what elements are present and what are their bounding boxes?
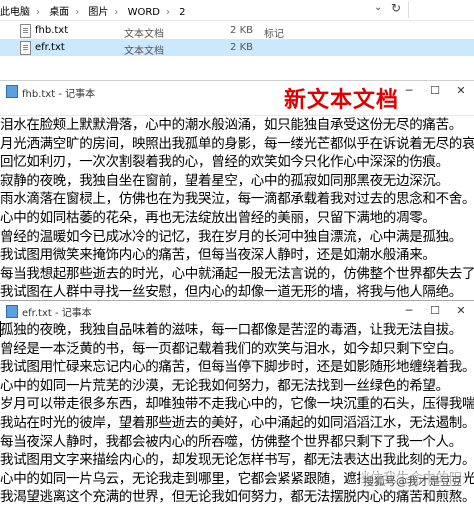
- file-explorer: 此电脑 › 桌面 › 图片 › WORD › 2 ⌄ ↻ fhb.txt 文本文档 2 …: [0, 0, 474, 80]
- text-line: 我试图用文字来描绘内心的，却发现无论怎样书写，都无法表达出我此刻的无力。: [0, 452, 474, 469]
- file-tag: 标记: [264, 29, 284, 40]
- text-line: 我试图用忙碌来忘记内心的痛苦，但每当停下脚步时，还是如影随形地缠绕着我。: [0, 359, 474, 376]
- breadcrumb-word[interactable]: WORD: [128, 7, 160, 18]
- file-row-fhb[interactable]: fhb.txt 文本文档 2 KB 标记: [0, 22, 474, 40]
- refresh-icon[interactable]: ↻: [391, 1, 401, 15]
- window-title: fhb.txt - 记事本: [22, 89, 96, 100]
- breadcrumb-pictures[interactable]: 图片: [88, 3, 108, 18]
- window-controls: ─ ☐ ✕: [396, 301, 474, 321]
- file-name: efr.txt: [35, 42, 65, 53]
- text-cursor: [0, 321, 1, 337]
- text-editor[interactable]: 泪水在脸颊上默默滑落，心中的潮水般汹涌，如只能独自承受这份无尽的痛苦。 月光洒满…: [0, 116, 474, 302]
- close-icon[interactable]: ✕: [448, 81, 474, 101]
- file-size: 2 KB: [230, 42, 253, 53]
- breadcrumb-2[interactable]: 2: [179, 7, 185, 18]
- file-size: 2 KB: [230, 25, 253, 36]
- notepad-icon: [6, 305, 18, 318]
- window-title: efr.txt - 记事本: [22, 308, 92, 319]
- text-line: 每当我想起那些逝去的时光，心中就涌起一股无法言说的，仿佛整个世界都失去了色彩。: [0, 265, 474, 282]
- breadcrumb-separator: ›: [75, 7, 80, 18]
- text-line: 我站在时光的彼岸，望着那些逝去的美好，心中涌起的如同滔滔江水，无法遏制。: [0, 414, 474, 431]
- text-line: 孤独的夜晚，我独自品味着的滋味，每一口都像是苦涩的毒酒，让我无法自拔。: [0, 322, 462, 338]
- window-controls: ─ ☐ ✕: [396, 81, 474, 101]
- text-line: 岁月可以带走很多东西，却唯独带不走我心中的，它像一块沉重的石头，压得我喘不过气来…: [0, 396, 474, 413]
- text-line: 曾经的温暖如今已成冰冷的记忆，我在岁月的长河中独自漂流，心中满是孤独。: [0, 228, 462, 245]
- file-list: fhb.txt 文本文档 2 KB 标记 efr.txt 文本文档 2 KB: [0, 22, 474, 57]
- text-line: 泪水在脸颊上默默滑落，心中的潮水般汹涌，如只能独自承受这份无尽的痛苦。: [0, 117, 462, 133]
- text-line: 雨水滴落在窗棂上，仿佛也在为我哭泣，每一滴都承载着我对过去的思念和不舍。: [0, 191, 474, 208]
- maximize-icon[interactable]: ☐: [422, 301, 448, 321]
- breadcrumb: 此电脑 › 桌面 › 图片 › WORD › 2: [0, 3, 192, 18]
- close-icon[interactable]: ✕: [448, 301, 474, 321]
- file-type: 文本文档: [124, 46, 164, 57]
- text-line: 每当夜深人静时，我都会被内心的所吞噬，仿佛整个世界都只剩下了我一个人。: [0, 433, 462, 450]
- overlay-caption: 新文本文档: [284, 88, 400, 113]
- text-line: 月光洒满空旷的房间，映照出我孤单的身影，每一缕光芒都似乎在诉说着无尽的哀伤。: [0, 135, 474, 152]
- menu-bar: [0, 101, 474, 116]
- title-bar[interactable]: efr.txt - 记事本 ─ ☐ ✕: [0, 301, 474, 319]
- watermark: 搜狐号@我才是豆豆: [360, 472, 465, 490]
- notepad-window-efr: efr.txt - 记事本 ─ ☐ ✕ 孤独的夜晚，我独自品味着的滋味，每一口都像是…: [0, 300, 474, 505]
- title-bar[interactable]: fhb.txt - 记事本 ─ ☐ ✕: [0, 81, 474, 101]
- text-line: 心中的如同枯萎的花朵，再也无法绽放出曾经的美丽，只留下满地的凋零。: [0, 209, 436, 226]
- text-file-icon: [20, 41, 31, 55]
- breadcrumb-this-pc[interactable]: 此电脑: [0, 3, 30, 18]
- minimize-icon[interactable]: ─: [396, 301, 422, 321]
- text-file-icon: [20, 24, 31, 38]
- file-type: 文本文档: [124, 29, 164, 40]
- file-row-efr[interactable]: efr.txt 文本文档 2 KB: [0, 39, 474, 57]
- text-line: 回忆如利刃，一次次割裂着我的心，曾经的欢笑如今只化作心中深深的伤痕。: [0, 154, 449, 171]
- text-line: 我渴望逃离这个充满的世界，但无论我如何努力，都无法摆脱内心的痛苦和煎熬。: [0, 489, 474, 506]
- file-name: fhb.txt: [35, 25, 69, 36]
- chevron-down-icon[interactable]: ⌄: [374, 2, 382, 13]
- text-line: 寂静的夜晚，我独自坐在窗前，望着星空，心中的孤寂如同那黑夜无边深沉。: [0, 172, 449, 189]
- breadcrumb-separator: ›: [36, 7, 40, 18]
- notepad-window-fhb: fhb.txt - 记事本 ─ ☐ ✕ 泪水在脸颊上默默滑落，心中的潮水般汹涌，如只…: [0, 80, 474, 301]
- text-line: 心中的如同一片荒芜的沙漠，无论我如何努力，都无法找到一丝绿色的希望。: [0, 377, 449, 394]
- breadcrumb-separator: ›: [114, 7, 119, 18]
- text-line: 我试图用微笑来掩饰内心的痛苦，但每当夜深人静时，还是如潮水般涌来。: [0, 247, 436, 264]
- breadcrumb-desktop[interactable]: 桌面: [49, 3, 69, 18]
- address-bar[interactable]: 此电脑 › 桌面 › 图片 › WORD › 2 ⌄ ↻: [0, 0, 474, 21]
- breadcrumb-separator: ›: [165, 7, 170, 18]
- maximize-icon[interactable]: ☐: [422, 81, 448, 101]
- notepad-icon: [6, 85, 18, 98]
- minimize-icon[interactable]: ─: [396, 81, 422, 101]
- search-input[interactable]: [408, 1, 474, 18]
- text-line: 曾经是一本泛黄的书，每一页都记载着我们的欢笑与泪水，如今却只剩下空白。: [0, 340, 462, 357]
